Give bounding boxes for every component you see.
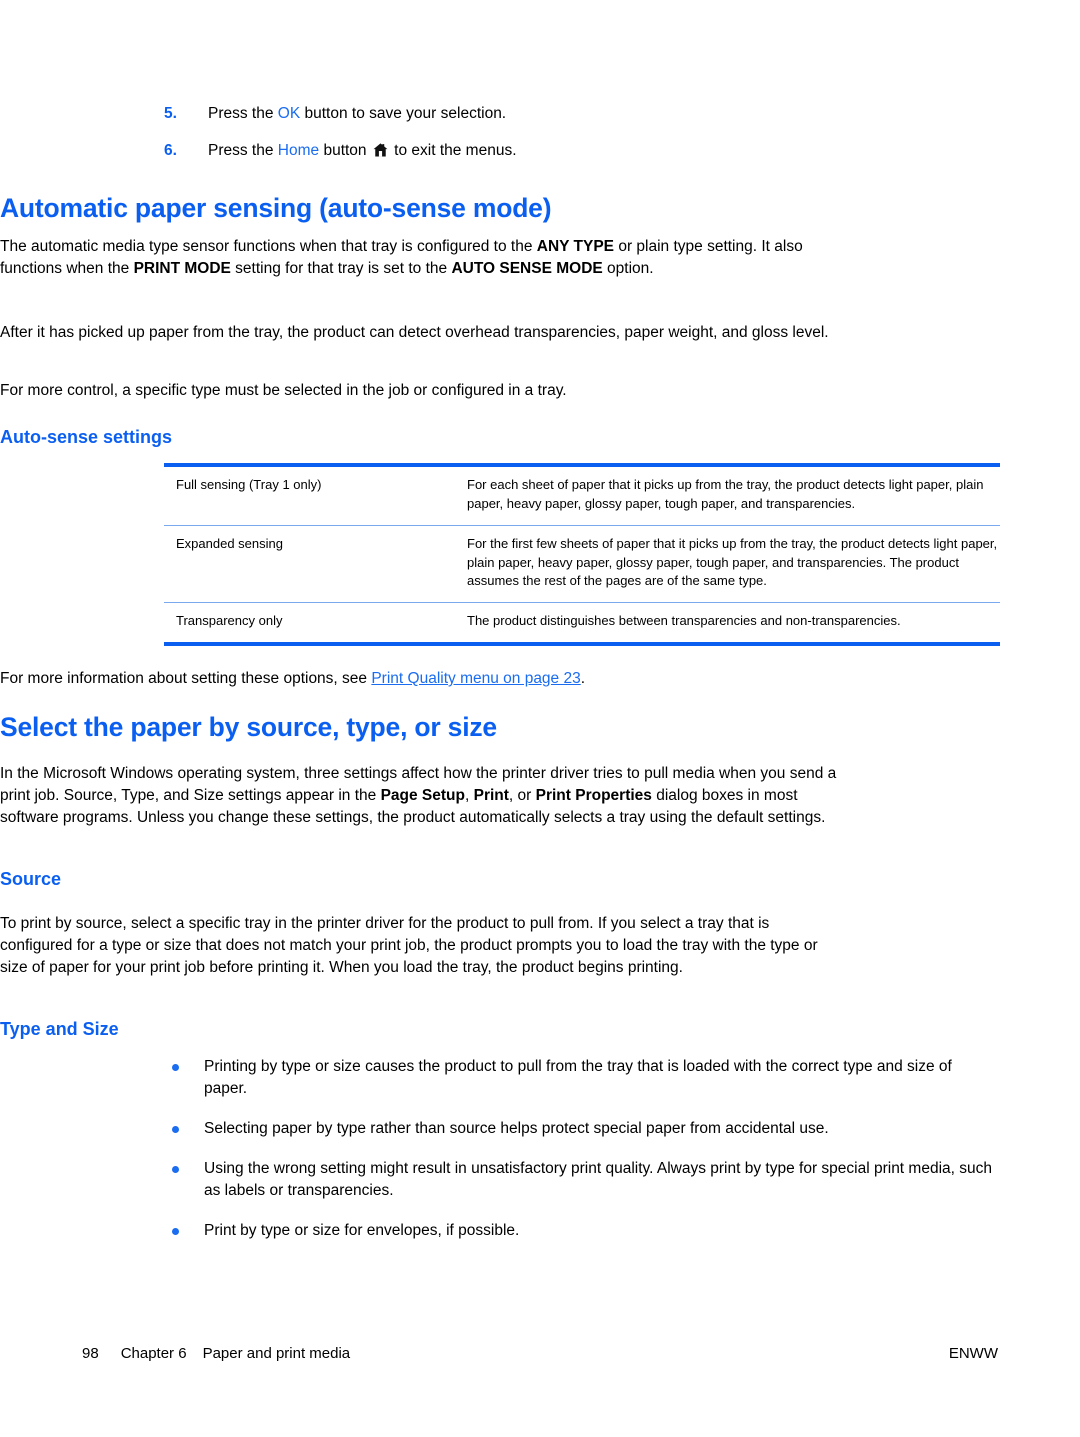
- text-fragment: The automatic media type sensor function…: [0, 238, 537, 255]
- table-row: Full sensing (Tray 1 only) For each shee…: [164, 465, 1000, 525]
- subheading-source: Source: [0, 869, 62, 889]
- table-cell-description: The product distinguishes between transp…: [467, 602, 1000, 645]
- term-print-mode: PRINT MODE: [133, 260, 231, 277]
- list-item: Printing by type or size causes the prod…: [164, 1056, 994, 1100]
- bullet-icon: [172, 1126, 179, 1133]
- table-cell-description: For the first few sheets of paper that i…: [467, 524, 1000, 603]
- table-cell-setting: Full sensing (Tray 1 only): [176, 477, 322, 492]
- home-button-keyword: Home: [277, 141, 320, 159]
- page-title-select-paper: Select the paper by source, type, or siz…: [0, 712, 497, 742]
- step-text-pre: Press the: [208, 105, 278, 122]
- bullet-icon: [172, 1064, 179, 1071]
- table-cell-setting: Transparency only: [164, 602, 467, 645]
- text-fragment: ,: [464, 787, 474, 804]
- footer-locale: ENWW: [948, 1345, 998, 1362]
- bullet-text: Printing by type or size causes the prod…: [204, 1058, 952, 1097]
- list-item: Using the wrong setting might result in …: [164, 1158, 994, 1202]
- footer-left-group: 98 Chapter 6 Paper and print media: [82, 1345, 350, 1362]
- step-text: Press the OK button to save your selecti…: [208, 104, 994, 125]
- subheading-type-and-size: Type and Size: [0, 1019, 119, 1039]
- table-row: Transparency only The product distinguis…: [164, 602, 1000, 645]
- term-page-setup: Page Setup: [380, 787, 465, 804]
- term-print: Print: [473, 787, 509, 804]
- page-footer: 98 Chapter 6 Paper and print media ENWW: [0, 1345, 1080, 1362]
- term-print-properties: Print Properties: [535, 787, 652, 804]
- bullet-icon: [172, 1166, 179, 1173]
- paragraph-auto-sense-intro: The automatic media type sensor function…: [0, 236, 824, 280]
- bullet-text: Selecting paper by type rather than sour…: [204, 1120, 829, 1137]
- bullet-text: Print by type or size for envelopes, if …: [204, 1222, 520, 1239]
- footer-chapter-title: Paper and print media: [202, 1345, 351, 1362]
- text-fragment: .: [580, 670, 586, 687]
- numbered-step-list: 5. Press the OK button to save your sele…: [0, 104, 1080, 178]
- paragraph-windows-settings-intro: In the Microsoft Windows operating syste…: [0, 763, 838, 829]
- footer-page-number: 98: [82, 1345, 99, 1362]
- list-item: Selecting paper by type rather than sour…: [164, 1118, 994, 1140]
- list-item: 6. Press the Home button to exit the men…: [164, 141, 994, 162]
- bullet-icon: [172, 1228, 179, 1235]
- step-text-mid: button: [319, 141, 371, 159]
- document-page: 5. Press the OK button to save your sele…: [0, 0, 1080, 1437]
- text-fragment: option.: [602, 260, 654, 277]
- term-any-type: ANY TYPE: [536, 238, 615, 255]
- list-item: Print by type or size for envelopes, if …: [164, 1220, 994, 1242]
- subheading-auto-sense-settings: Auto-sense settings: [0, 427, 173, 447]
- text-fragment: For more information about setting these…: [0, 670, 372, 687]
- table-cell-description: For each sheet of paper that it picks up…: [467, 477, 984, 511]
- home-icon: [373, 143, 388, 157]
- step-text-post: to exit the menus.: [389, 141, 517, 159]
- link-print-quality-menu[interactable]: Print Quality menu on page 23: [371, 670, 580, 687]
- table-cell-setting: Expanded sensing: [164, 524, 467, 603]
- text-fragment: setting for that tray is set to the: [230, 260, 452, 277]
- table-row: Expanded sensing For the first few sheet…: [164, 524, 1000, 603]
- footer-chapter: Chapter 6: [120, 1345, 187, 1362]
- list-item: 5. Press the OK button to save your sele…: [164, 104, 994, 125]
- ok-button-keyword: OK: [277, 105, 301, 122]
- auto-sense-settings-table: Full sensing (Tray 1 only) For each shee…: [164, 463, 1000, 647]
- paragraph-detect-capabilities: After it has picked up paper from the tr…: [0, 324, 829, 341]
- text-fragment: , or: [508, 787, 536, 804]
- step-number: 5.: [164, 105, 177, 122]
- bullet-text: Using the wrong setting might result in …: [204, 1160, 992, 1199]
- step-text: Press the Home button to exit the menus.: [208, 141, 994, 162]
- paragraph-cross-reference: For more information about setting these…: [0, 668, 824, 690]
- step-text-post: button to save your selection.: [300, 105, 507, 122]
- step-number: 6.: [164, 141, 177, 159]
- type-and-size-bullet-list: Printing by type or size causes the prod…: [164, 1056, 994, 1242]
- term-auto-sense-mode: AUTO SENSE MODE: [451, 260, 603, 277]
- paragraph-source-description: To print by source, select a specific tr…: [0, 915, 818, 976]
- step-text-pre: Press the: [208, 141, 278, 159]
- page-title-automatic-paper-sensing: Automatic paper sensing (auto-sense mode…: [0, 193, 552, 223]
- paragraph-more-control: For more control, a specific type must b…: [0, 382, 567, 399]
